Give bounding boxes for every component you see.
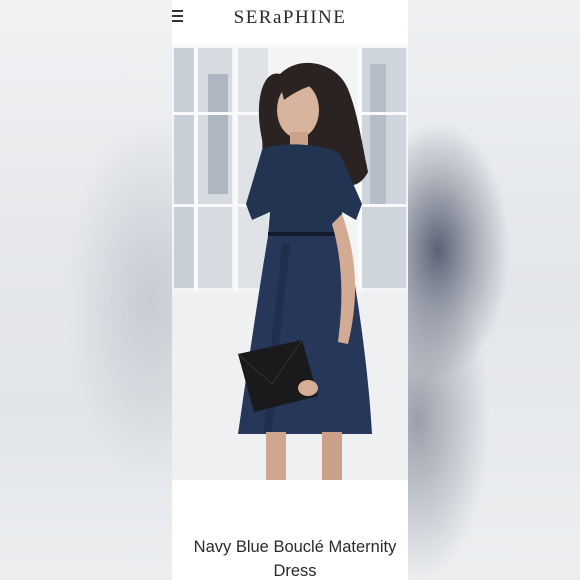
- product-photo: [172, 44, 408, 480]
- product-image[interactable]: [172, 44, 408, 480]
- product-page: SERaPHINE Navy Blue Bouclé Maternity Dre…: [172, 0, 408, 580]
- product-title: Navy Blue Bouclé Maternity Dress: [172, 535, 408, 580]
- site-header: SERaPHINE: [172, 0, 408, 44]
- blurred-background-right: [408, 0, 580, 580]
- brand-logo[interactable]: SERaPHINE: [172, 7, 408, 29]
- product-title-line2: Dress: [273, 562, 317, 580]
- product-title-line1: Navy Blue Bouclé Maternity: [193, 538, 397, 556]
- blurred-background-left: [0, 0, 172, 580]
